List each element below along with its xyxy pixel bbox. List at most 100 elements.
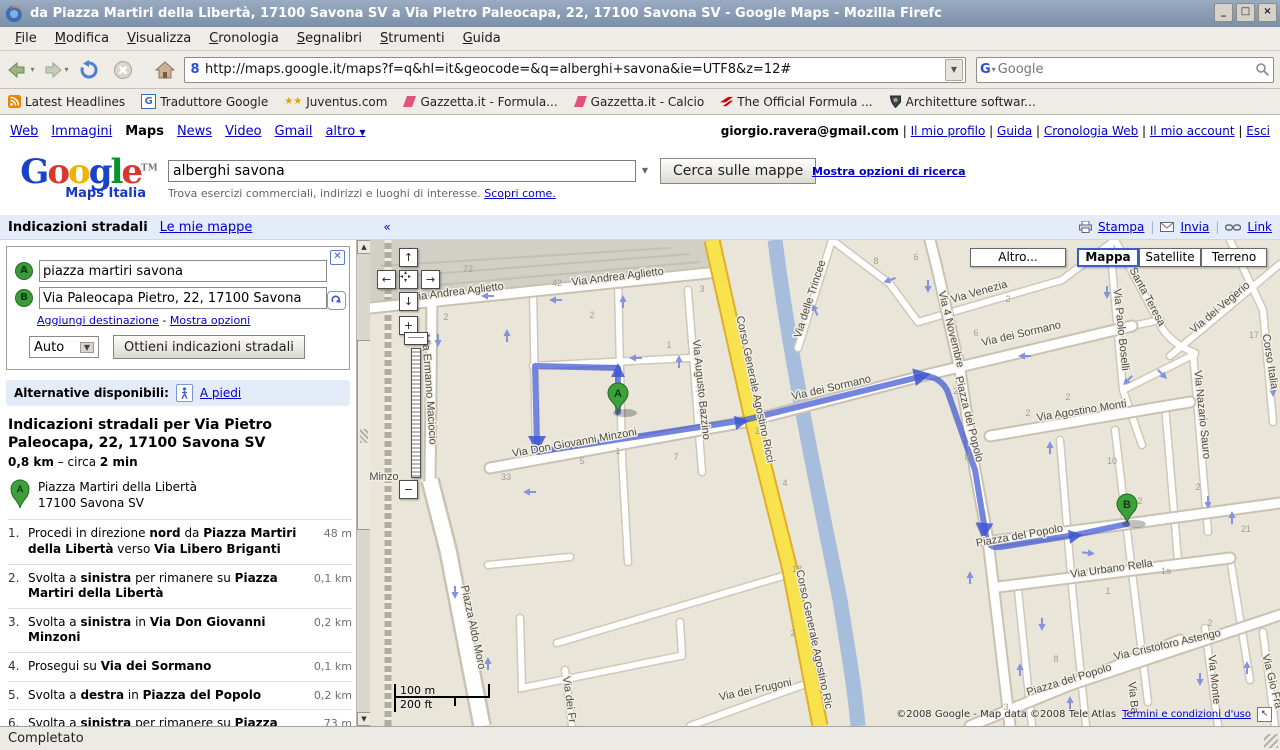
map-type-terreno[interactable]: Terreno bbox=[1201, 248, 1267, 267]
pan-down-button[interactable]: ↓ bbox=[399, 292, 418, 311]
terms-link[interactable]: Termini e condizioni d'uso bbox=[1122, 709, 1251, 720]
map-scale: 100 m 200 ft bbox=[394, 684, 504, 712]
link-profilo[interactable]: Il mio profilo bbox=[911, 124, 986, 138]
get-directions-button[interactable]: Ottieni indicazioni stradali bbox=[113, 335, 305, 359]
panel-scrollbar[interactable]: ▲ ▼ bbox=[356, 240, 370, 726]
magnifier-icon[interactable] bbox=[1255, 62, 1270, 77]
pan-left-button[interactable]: ← bbox=[377, 270, 396, 289]
menu-strumenti[interactable]: Strumenti bbox=[371, 29, 454, 48]
house-number: 2 bbox=[1137, 496, 1142, 506]
tab-web[interactable]: Web bbox=[10, 124, 38, 139]
menu-modifica[interactable]: Modifica bbox=[46, 29, 118, 48]
zoom-slider-thumb[interactable] bbox=[404, 332, 428, 345]
zoom-slider[interactable] bbox=[411, 348, 421, 478]
direction-step[interactable]: 3.Svolta a sinistra in Via Don Giovanni … bbox=[8, 608, 352, 652]
add-destination-link[interactable]: Aggiungi destinazione bbox=[37, 314, 159, 327]
menu-file[interactable]: File bbox=[6, 29, 46, 48]
query-dropdown-icon[interactable]: ▼ bbox=[637, 163, 653, 179]
show-options-link[interactable]: Mostra opzioni bbox=[170, 314, 250, 327]
close-button[interactable]: × bbox=[1258, 3, 1277, 22]
browser-search-input[interactable] bbox=[996, 61, 1255, 78]
print-link[interactable]: Stampa bbox=[1098, 220, 1144, 234]
destination-input[interactable] bbox=[39, 287, 327, 309]
start-input[interactable] bbox=[39, 260, 327, 282]
house-number: 3 bbox=[699, 284, 704, 294]
tab-gmail[interactable]: Gmail bbox=[275, 124, 313, 139]
menu-cronologia[interactable]: Cronologia bbox=[200, 29, 288, 48]
bookmark-juventus[interactable]: ★★ Juventus.com bbox=[284, 95, 387, 109]
scrollbar-thumb[interactable] bbox=[357, 340, 371, 530]
minimize-button[interactable]: _ bbox=[1214, 3, 1233, 22]
my-maps-link[interactable]: Le mie mappe bbox=[160, 220, 253, 235]
reload-button[interactable] bbox=[74, 55, 104, 85]
forward-button[interactable]: ▾ bbox=[40, 55, 70, 85]
search-engine-icon[interactable]: G bbox=[980, 62, 991, 77]
expand-corner-icon[interactable]: ↖ bbox=[1257, 707, 1272, 722]
link-account[interactable]: Il mio account bbox=[1150, 124, 1235, 138]
bookmark-official-formula[interactable]: The Official Formula ... bbox=[720, 95, 872, 109]
menu-segnalibri[interactable]: Segnalibri bbox=[288, 29, 371, 48]
tab-news[interactable]: News bbox=[177, 124, 212, 139]
tab-video[interactable]: Video bbox=[225, 124, 261, 139]
direction-step[interactable]: 4.Prosegui su Via dei Sormano0,1 km bbox=[8, 652, 352, 681]
send-link[interactable]: Invia bbox=[1180, 220, 1209, 234]
maps-search-input[interactable] bbox=[168, 160, 636, 182]
scroll-down-icon[interactable]: ▼ bbox=[357, 712, 371, 726]
stop-icon bbox=[113, 60, 133, 80]
walking-directions-link[interactable]: A piedi bbox=[200, 386, 241, 400]
bookmark-gazzetta-formula[interactable]: Gazzetta.it - Formula... bbox=[403, 95, 557, 109]
pan-center-button[interactable] bbox=[399, 270, 418, 289]
stop-button[interactable] bbox=[108, 55, 138, 85]
maps-subheader: Indicazioni stradali Le mie mappe Stampa… bbox=[0, 215, 1280, 240]
forward-dropdown-icon[interactable]: ▾ bbox=[64, 65, 68, 74]
account-links: giorgio.ravera@gmail.com | Il mio profil… bbox=[721, 124, 1270, 138]
house-number: 2 bbox=[1025, 408, 1030, 418]
map-type-altro[interactable]: Altro... bbox=[970, 248, 1066, 267]
bookmark-architetture[interactable]: Architetture softwar... bbox=[889, 95, 1036, 109]
start-marker-icon: A bbox=[10, 479, 30, 509]
scroll-up-icon[interactable]: ▲ bbox=[357, 240, 371, 254]
search-options-link[interactable]: Mostra opzioni di ricerca bbox=[812, 165, 966, 178]
collapse-panel-button[interactable]: « bbox=[379, 219, 395, 235]
map-type-satellite[interactable]: Satellite bbox=[1139, 248, 1201, 267]
direction-step[interactable]: 6.Svolta a sinistra per rimanere su Piaz… bbox=[8, 709, 352, 726]
pan-right-button[interactable]: → bbox=[421, 270, 440, 289]
back-dropdown-icon[interactable]: ▾ bbox=[30, 65, 34, 74]
menu-visualizza[interactable]: Visualizza bbox=[118, 29, 200, 48]
link-cronologia-web[interactable]: Cronologia Web bbox=[1044, 124, 1138, 138]
directions-summary: 0,8 km – circa 2 min bbox=[8, 455, 348, 469]
menu-guida[interactable]: Guida bbox=[454, 29, 510, 48]
chevron-down-icon: ▼ bbox=[359, 128, 365, 137]
search-maps-button[interactable]: Cerca sulle mappe bbox=[660, 158, 816, 184]
url-bar[interactable]: 8 ▼ bbox=[184, 57, 966, 83]
url-input[interactable] bbox=[203, 61, 945, 78]
zoom-out-button[interactable]: − bbox=[399, 480, 418, 499]
swap-route-button[interactable] bbox=[327, 291, 346, 310]
link-guida[interactable]: Guida bbox=[997, 124, 1032, 138]
direction-step[interactable]: 2.Svolta a sinistra per rimanere su Piaz… bbox=[8, 564, 352, 608]
close-form-icon[interactable]: ✕ bbox=[330, 250, 345, 265]
start-location-row[interactable]: A Piazza Martiri della Libertà 17100 Sav… bbox=[10, 479, 348, 511]
pan-up-button[interactable]: ↑ bbox=[399, 248, 418, 267]
home-button[interactable] bbox=[150, 55, 180, 85]
link-esci[interactable]: Esci bbox=[1246, 124, 1270, 138]
direction-step[interactable]: 5.Svolta a destra in Piazza del Popolo0,… bbox=[8, 681, 352, 710]
link-link[interactable]: Link bbox=[1247, 220, 1272, 234]
house-number: 42 bbox=[552, 278, 562, 288]
bookmark-gazzetta-calcio[interactable]: Gazzetta.it - Calcio bbox=[574, 95, 705, 109]
tab-altro[interactable]: altro ▼ bbox=[325, 124, 365, 139]
map-canvas[interactable]: 724222313228533178626282210211a843218242… bbox=[370, 240, 1280, 726]
tab-immagini[interactable]: Immagini bbox=[51, 124, 112, 139]
scopri-come-link[interactable]: Scopri come. bbox=[484, 187, 556, 200]
bookmark-traduttore-google[interactable]: G Traduttore Google bbox=[141, 94, 268, 109]
directions-list: 1.Procedi in direzione nord da Piazza Ma… bbox=[8, 519, 352, 726]
direction-step[interactable]: 1.Procedi in direzione nord da Piazza Ma… bbox=[8, 519, 352, 563]
browser-search-box[interactable]: G ▾ bbox=[976, 57, 1274, 83]
maximize-button[interactable]: □ bbox=[1236, 3, 1255, 22]
map-type-mappa[interactable]: Mappa bbox=[1077, 248, 1139, 267]
bookmark-latest-headlines[interactable]: Latest Headlines bbox=[8, 95, 125, 109]
url-dropdown-icon[interactable]: ▼ bbox=[945, 59, 963, 81]
travel-mode-select[interactable]: Auto▼ bbox=[29, 336, 99, 358]
back-button[interactable]: ▾ bbox=[6, 55, 36, 85]
resize-grip[interactable] bbox=[1264, 734, 1278, 748]
